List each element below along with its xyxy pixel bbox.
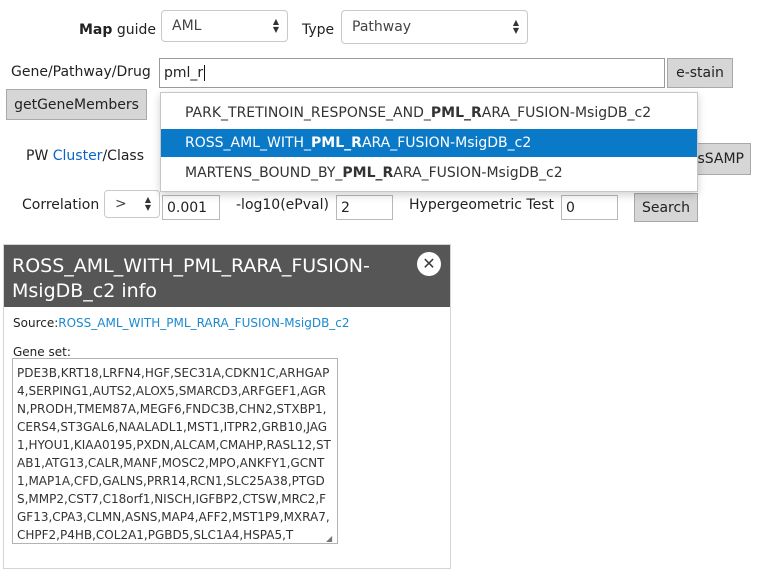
- select-arrows-icon: ▲ ▼: [512, 18, 519, 35]
- source-label: Source:: [13, 316, 59, 330]
- close-icon[interactable]: ✕: [417, 252, 441, 276]
- hypergeometric-label: Hypergeometric Test: [409, 197, 554, 213]
- map-guide-label: Map guide: [79, 22, 157, 38]
- text-cursor: [204, 65, 206, 81]
- e-stain-button[interactable]: e-stain: [667, 58, 733, 88]
- correlation-label: Correlation: [22, 197, 100, 213]
- cluster-link[interactable]: Cluster: [53, 148, 103, 164]
- map-guide-select[interactable]: AML ▲ ▼: [161, 10, 288, 42]
- search-button[interactable]: Search: [634, 193, 698, 222]
- source-line: Source:ROSS_AML_WITH_PML_RARA_FUSION-Msi…: [13, 316, 350, 330]
- correlation-operator-value: >: [115, 196, 127, 212]
- correlation-operator-select[interactable]: > ▲ ▼: [104, 190, 160, 218]
- info-panel-title: ROSS_AML_WITH_PML_RARA_FUSION-MsigDB_c2 …: [4, 245, 450, 307]
- autocomplete-dropdown: PARK_TRETINOIN_RESPONSE_AND_ PML_R ARA_FUS…: [160, 92, 698, 192]
- gene-set-textarea[interactable]: PDE3B,KRT18,LRFN4,HGF,SEC31A,CDKN1C,ARHG…: [12, 358, 338, 544]
- map-guide-value: AML: [172, 18, 202, 34]
- gene-pathway-drug-label: Gene/Pathway/Drug: [11, 64, 151, 80]
- type-select[interactable]: Pathway ▲ ▼: [341, 10, 528, 44]
- autocomplete-item[interactable]: MARTENS_BOUND_BY_ PML_R ARA_FUSION-MsigDB_…: [161, 159, 697, 187]
- autocomplete-item[interactable]: PARK_TRETINOIN_RESPONSE_AND_ PML_R ARA_FUS…: [161, 99, 697, 127]
- select-arrows-icon: ▲ ▼: [272, 17, 279, 34]
- pw-cluster-class-label: PW Cluster/Class: [26, 148, 145, 164]
- hypergeometric-input[interactable]: 0: [561, 195, 618, 220]
- ssamp-button[interactable]: sSAMP: [693, 143, 751, 175]
- gene-search-input[interactable]: pml_r: [159, 58, 665, 88]
- log-pval-label: -log10(ePval): [236, 197, 329, 213]
- correlation-input[interactable]: 0.001: [162, 195, 220, 220]
- resize-grip-icon[interactable]: ◢: [326, 535, 336, 543]
- source-link[interactable]: ROSS_AML_WITH_PML_RARA_FUSION-MsigDB_c2: [58, 316, 349, 330]
- gene-search-value: pml_r: [164, 65, 204, 81]
- autocomplete-item-selected[interactable]: ROSS_AML_WITH_ PML_R ARA_FUSION-MsigDB_c2: [161, 129, 697, 157]
- type-label: Type: [302, 22, 335, 38]
- select-arrows-icon: ▲ ▼: [144, 195, 151, 212]
- gene-set-label: Gene set:: [13, 345, 71, 359]
- log-pval-input[interactable]: 2: [336, 195, 393, 220]
- get-gene-members-button[interactable]: getGeneMembers: [6, 89, 147, 120]
- type-value: Pathway: [352, 19, 412, 35]
